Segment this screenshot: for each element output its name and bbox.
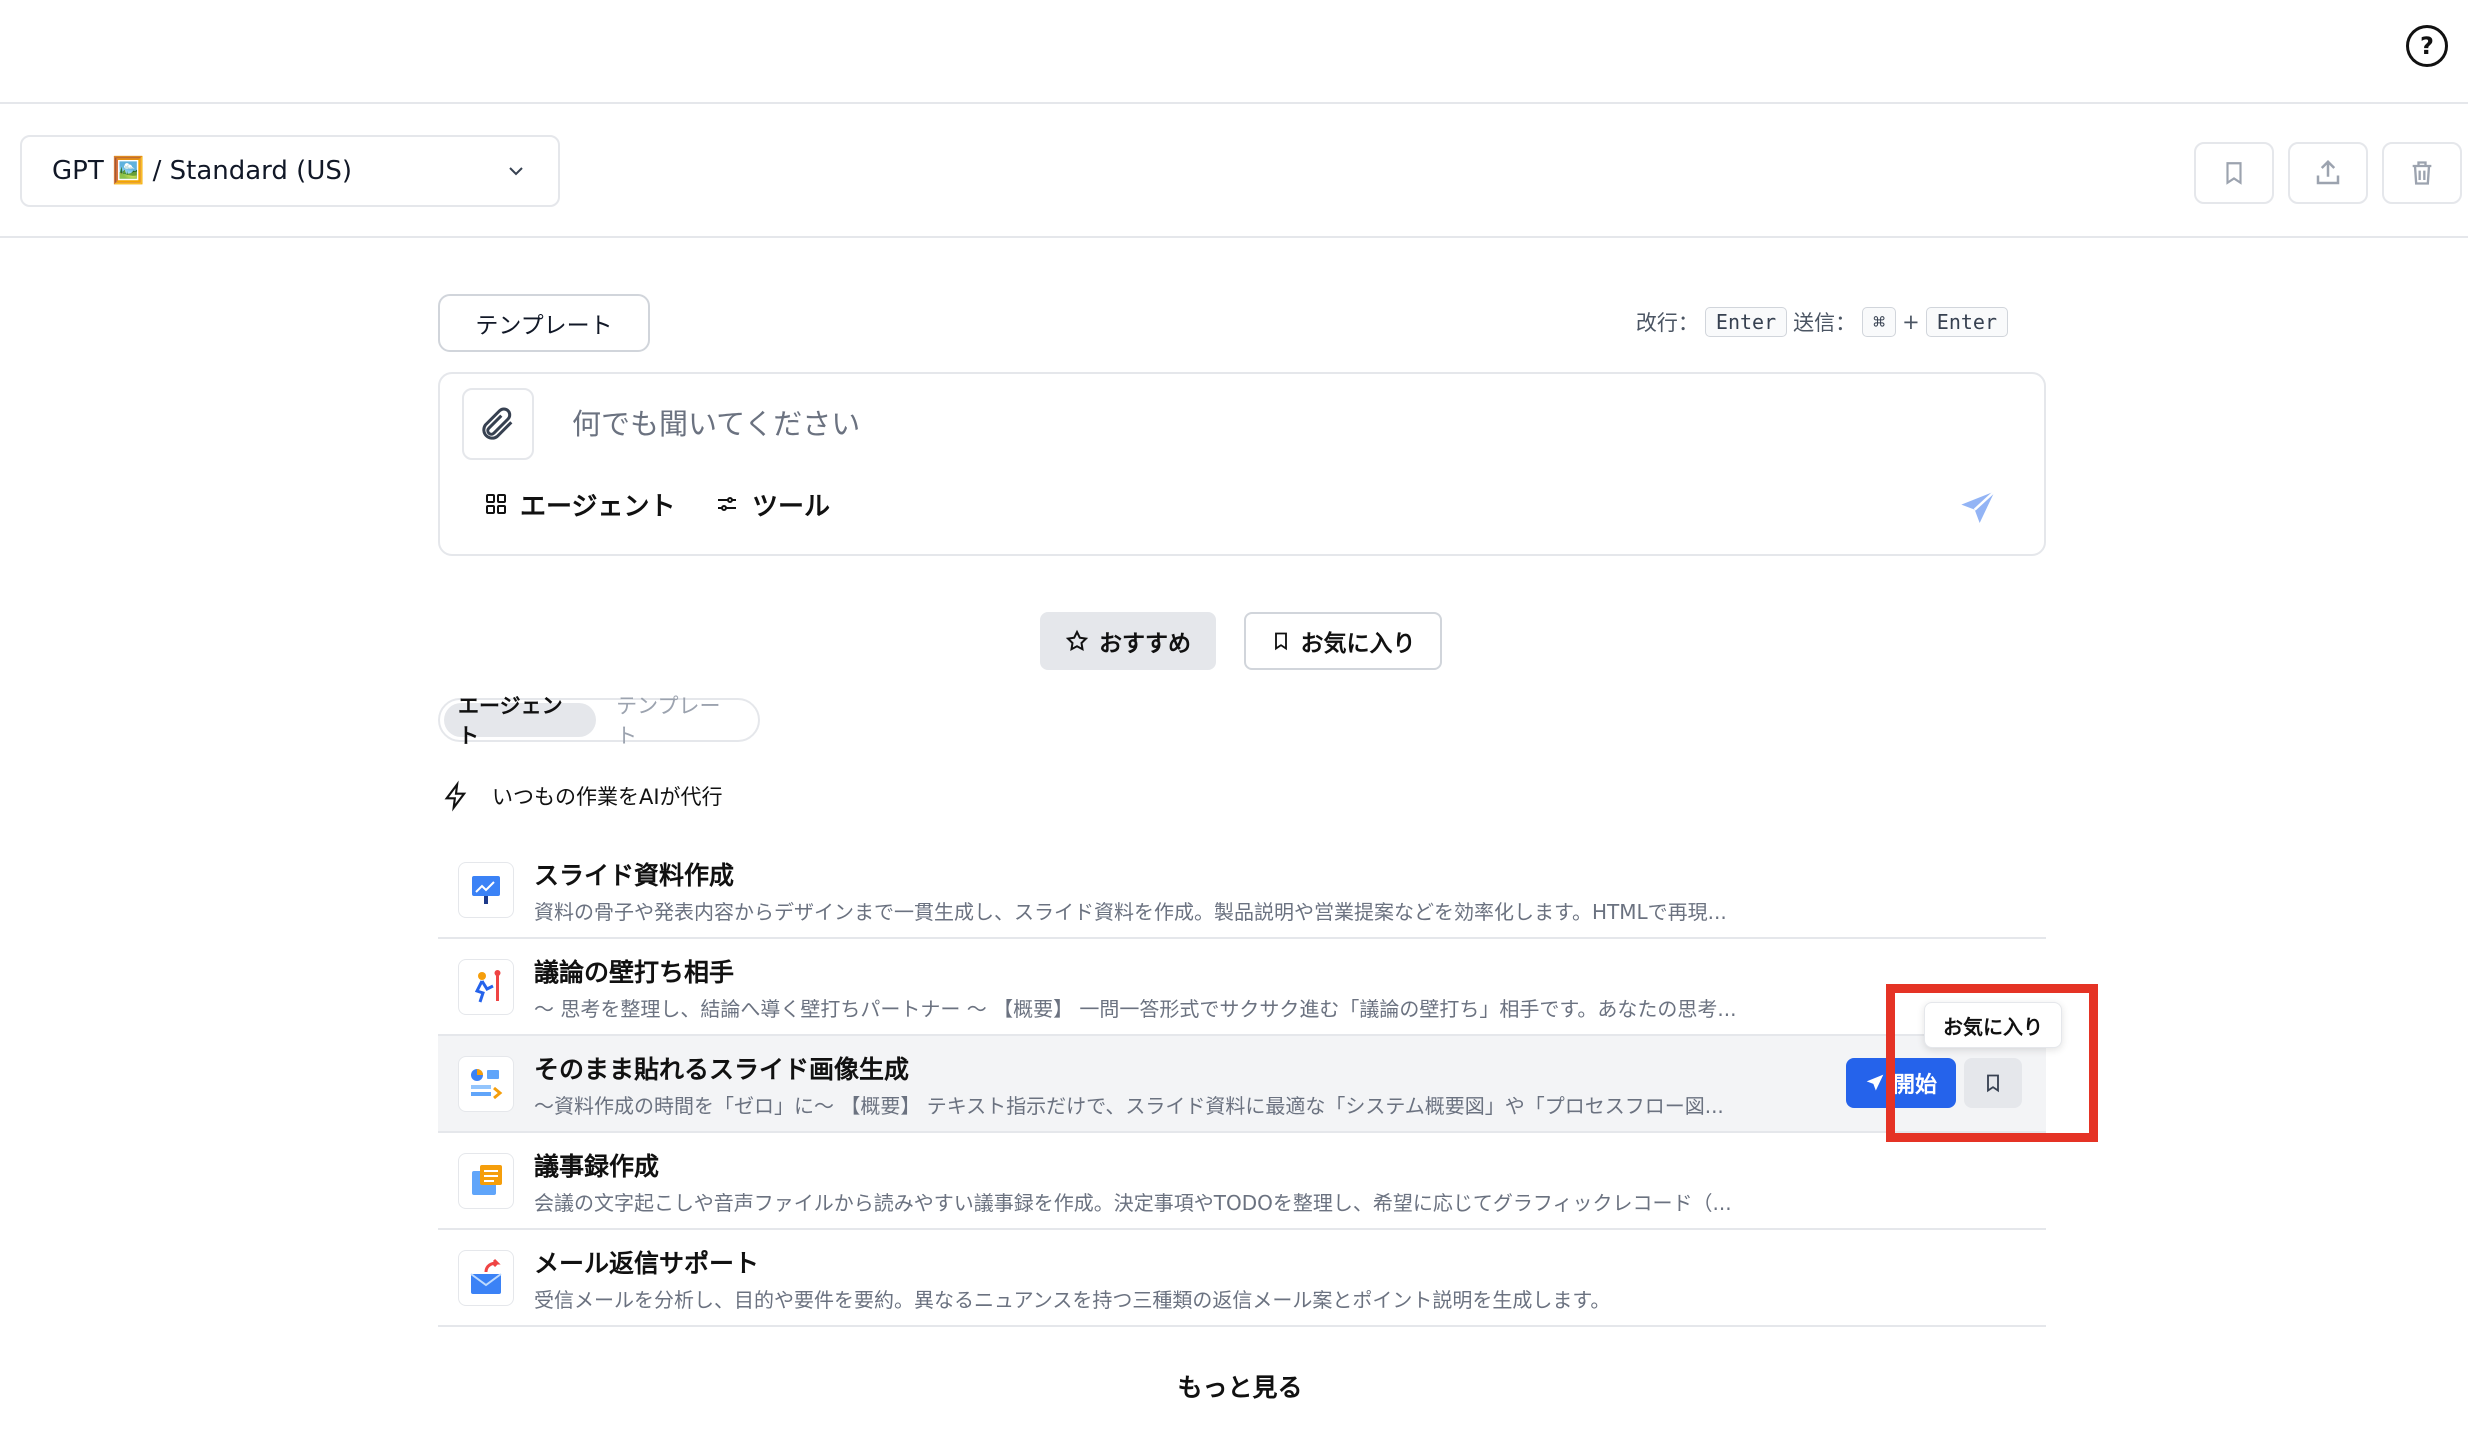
list-item[interactable]: スライド資料作成 資料の骨子や発表内容からデザインまで一貫生成し、スライド資料を…	[438, 842, 2046, 939]
chevron-down-icon	[509, 167, 523, 176]
grid-icon	[486, 494, 506, 514]
tools-button[interactable]: ツール	[714, 484, 830, 524]
attach-button[interactable]	[462, 388, 534, 460]
person-running-icon	[458, 959, 514, 1015]
send-modifier-key: ⌘	[1862, 307, 1897, 337]
tab-recommended[interactable]: おすすめ	[1040, 612, 1216, 670]
section-header: いつもの作業をAIが代行	[442, 778, 723, 814]
toggle-agents[interactable]: エージェント	[444, 694, 597, 748]
share-button[interactable]	[2288, 142, 2368, 204]
list-item-description: 会議の文字起こしや音声ファイルから読みやすい議事録を作成。決定事項やTODOを整…	[534, 1191, 1732, 1215]
bookmark-button[interactable]	[2194, 142, 2274, 204]
show-more-link[interactable]: もっと見る	[1140, 1368, 1340, 1404]
send-label: 送信：	[1793, 311, 1857, 335]
chat-composer: エージェント ツール	[438, 372, 2046, 556]
chat-header: GPT 🖼️ / Standard (US)	[0, 104, 2468, 238]
list-item[interactable]: メール返信サポート 受信メールを分析し、目的や要件を要約。異なるニュアンスを持つ…	[438, 1230, 2046, 1327]
chat-input[interactable]	[572, 396, 1872, 452]
list-item-title: メール返信サポート	[534, 1249, 760, 1278]
list-item-description: 〜 思考を整理し、結論へ導く壁打ちパートナー 〜 【概要】 一問一答形式でサクサ…	[534, 997, 1737, 1021]
send-key: Enter	[1925, 307, 2008, 337]
tab-favorites-label: お気に入り	[1300, 631, 1416, 657]
bookmark-icon	[2226, 162, 2242, 185]
notes-icon	[458, 1153, 514, 1209]
list-item-description: 受信メールを分析し、目的や要件を要約。異なるニュアンスを持つ三種類の返信メール案…	[534, 1288, 1611, 1312]
newline-key: Enter	[1704, 307, 1788, 337]
star-icon	[1065, 629, 1089, 652]
model-selector[interactable]: GPT 🖼️ / Standard (US)	[20, 135, 560, 207]
list-item-description: 資料の骨子や発表内容からデザインまで一貫生成し、スライド資料を作成。製品説明や営…	[534, 900, 1727, 924]
send-icon	[1866, 1074, 1884, 1091]
list-item-title: 議論の壁打ち相手	[534, 958, 735, 987]
share-icon	[2316, 159, 2340, 185]
shortcut-hint: 改行： Enter 送信： ⌘ + Enter	[1636, 304, 2008, 340]
top-bar: ?	[0, 0, 2468, 104]
agent-list: スライド資料作成 資料の骨子や発表内容からデザインまで一貫生成し、スライド資料を…	[438, 842, 2046, 1327]
trash-icon	[2412, 161, 2432, 185]
toggle-templates[interactable]: テンプレート	[602, 694, 754, 748]
tools-button-label: ツール	[752, 491, 831, 522]
bookmark-icon	[1274, 632, 1287, 651]
lightning-icon	[444, 780, 467, 812]
paperclip-icon	[482, 407, 513, 440]
highlight-box	[1886, 984, 2098, 1142]
list-item-description: 〜資料作成の時間を「ゼロ」に〜 【概要】 テキスト指示だけで、スライド資料に最適…	[534, 1094, 1724, 1118]
tab-recommended-label: おすすめ	[1099, 631, 1191, 657]
tab-favorites[interactable]: お気に入り	[1244, 612, 1442, 670]
delete-button[interactable]	[2382, 142, 2462, 204]
list-item-title: スライド資料作成	[534, 861, 735, 890]
section-title: いつもの作業をAIが代行	[492, 785, 723, 809]
template-button[interactable]: テンプレート	[438, 294, 650, 352]
email-reply-icon	[458, 1250, 514, 1306]
list-item[interactable]: 議論の壁打ち相手 〜 思考を整理し、結論へ導く壁打ちパートナー 〜 【概要】 一…	[438, 939, 2046, 1036]
list-item[interactable]: そのまま貼れるスライド画像生成 〜資料作成の時間を「ゼロ」に〜 【概要】 テキス…	[438, 1036, 2046, 1133]
agent-button-label: エージェント	[520, 491, 676, 522]
diagram-image-icon	[458, 1056, 514, 1112]
list-item-title: 議事録作成	[534, 1152, 660, 1181]
plus-sign: +	[1902, 310, 1920, 334]
model-selector-label: GPT 🖼️ / Standard (US)	[52, 156, 353, 186]
newline-label: 改行：	[1635, 311, 1699, 335]
help-icon[interactable]: ?	[2406, 25, 2448, 67]
sliders-icon	[718, 497, 736, 511]
send-icon[interactable]	[1958, 488, 1998, 528]
list-item-title: そのまま貼れるスライド画像生成	[534, 1055, 910, 1084]
agent-button[interactable]: エージェント	[484, 484, 675, 524]
presentation-chart-icon	[458, 862, 514, 918]
list-item[interactable]: 議事録作成 会議の文字起こしや音声ファイルから読みやすい議事録を作成。決定事項や…	[438, 1133, 2046, 1230]
list-type-toggle: エージェント テンプレート	[438, 694, 760, 748]
